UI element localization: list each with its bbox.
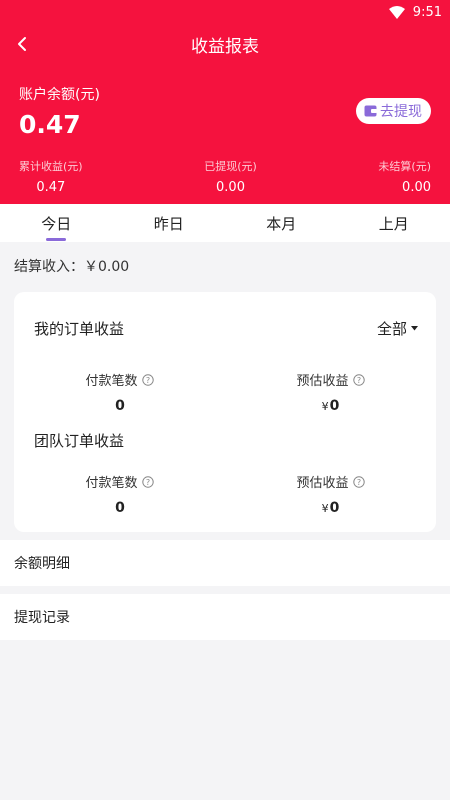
page-title: 收益报表 [191, 36, 259, 57]
tab-this-month[interactable]: 本月 [225, 204, 338, 242]
filter-dropdown[interactable]: 全部 [377, 318, 418, 339]
help-icon[interactable]: ? [352, 373, 365, 386]
earnings-card: 我的订单收益 全部 付款笔数 ? 0 预估收益 ? ¥0 团队订单收益 付款笔数… [14, 292, 436, 532]
period-tabs: 今日 昨日 本月 上月 [0, 204, 450, 242]
stat-label: 累计收益(元) [19, 160, 83, 173]
metric-label: 预估收益 ? [296, 370, 365, 389]
metric-value: ¥0 [322, 398, 340, 414]
metric-value: ¥0 [322, 500, 340, 516]
tab-yesterday[interactable]: 昨日 [113, 204, 226, 242]
metric-value: 0 [114, 500, 125, 516]
svg-text:?: ? [145, 376, 149, 385]
currency-symbol: ¥ [321, 400, 329, 413]
metric-label: 付款笔数 ? [85, 472, 154, 491]
balance-label: 账户余额(元) [19, 87, 100, 103]
stat-total-earnings: 累计收益(元) 0.47 [19, 158, 83, 195]
team-orders-metrics: 付款笔数 ? 0 预估收益 ? ¥0 [14, 472, 436, 516]
chevron-left-icon [18, 37, 26, 51]
team-orders-title: 团队订单收益 [34, 432, 125, 450]
metric-label-text: 预估收益 [296, 374, 349, 389]
balance-detail-link[interactable]: 余额明细 [0, 540, 450, 586]
metric-label-text: 付款笔数 [85, 374, 138, 389]
tab-today[interactable]: 今日 [0, 204, 113, 242]
stat-value: 0.47 [36, 180, 66, 195]
status-bar: 9:51 [0, 0, 450, 24]
currency-symbol: ¥ [321, 502, 329, 515]
withdraw-records-label: 提现记录 [14, 610, 70, 626]
svg-text:?: ? [145, 478, 149, 487]
stat-label: 未结算(元) [378, 160, 431, 173]
settlement-income: 结算收入：￥0.00 [14, 259, 130, 275]
caret-down-icon [411, 326, 418, 331]
my-orders-metrics: 付款笔数 ? 0 预估收益 ? ¥0 [14, 370, 436, 414]
stat-value: 0.00 [216, 180, 245, 195]
metric-payment-count: 付款笔数 ? 0 [14, 472, 225, 516]
metric-payment-count: 付款笔数 ? 0 [14, 370, 225, 414]
my-orders-header: 我的订单收益 全部 [34, 318, 418, 339]
svg-text:?: ? [356, 376, 360, 385]
back-button[interactable] [8, 30, 36, 58]
wallet-icon [364, 105, 377, 117]
metric-number: 0 [329, 398, 340, 414]
metric-number: 0 [329, 500, 340, 516]
svg-text:?: ? [356, 478, 360, 487]
filter-label: 全部 [376, 320, 407, 338]
help-icon[interactable]: ? [141, 373, 154, 386]
help-icon[interactable]: ? [352, 475, 365, 488]
metric-label: 预估收益 ? [296, 472, 365, 491]
navbar: 收益报表 [0, 24, 450, 64]
tab-label: 本月 [266, 214, 297, 233]
metric-estimated-earnings: 预估收益 ? ¥0 [225, 370, 436, 414]
metric-value: 0 [114, 398, 125, 414]
metric-label: 付款笔数 ? [85, 370, 154, 389]
withdraw-button[interactable]: 去提现 [356, 98, 431, 124]
tab-label: 上月 [378, 214, 409, 233]
balance-value: 0.47 [19, 110, 81, 139]
metric-label-text: 付款笔数 [85, 476, 138, 491]
status-time: 9:51 [412, 4, 442, 20]
summary-stats: 累计收益(元) 0.47 已提现(元) 0.00 未结算(元) 0.00 [19, 158, 431, 195]
tab-label: 昨日 [153, 214, 184, 233]
metric-estimated-earnings: 预估收益 ? ¥0 [225, 472, 436, 516]
stat-withdrawn: 已提现(元) 0.00 [204, 158, 257, 195]
my-orders-title: 我的订单收益 [34, 320, 125, 338]
metric-number: 0 [115, 500, 125, 516]
wifi-icon [388, 5, 405, 19]
help-icon[interactable]: ? [141, 475, 154, 488]
stat-unsettled: 未结算(元) 0.00 [378, 158, 431, 195]
metric-label-text: 预估收益 [296, 476, 349, 491]
metric-number: 0 [115, 398, 125, 414]
tab-label: 今日 [41, 214, 72, 233]
withdraw-records-link[interactable]: 提现记录 [0, 594, 450, 640]
withdraw-button-label: 去提现 [380, 104, 422, 120]
stat-value: 0.00 [402, 180, 431, 195]
balance-detail-label: 余额明细 [14, 556, 70, 572]
tab-last-month[interactable]: 上月 [338, 204, 450, 242]
header: 9:51 收益报表 账户余额(元) 0.47 去提现 累计收益(元) 0.47 … [0, 0, 450, 204]
stat-label: 已提现(元) [204, 160, 257, 173]
